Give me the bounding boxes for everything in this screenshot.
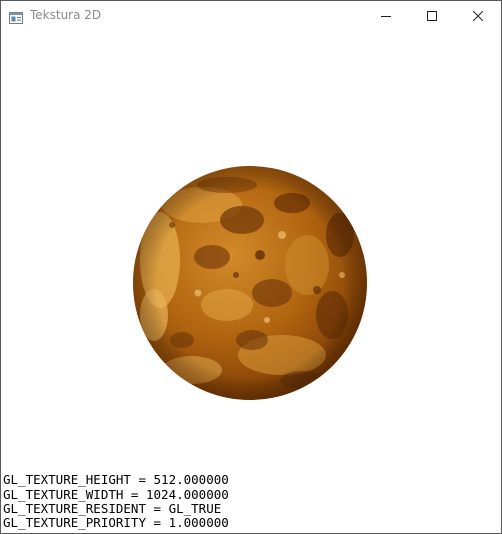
gl-texture-resident-text: GL_TEXTURE_RESIDENT = GL_TRUE (3, 501, 222, 516)
maximize-icon (427, 11, 437, 21)
close-icon (473, 11, 483, 21)
close-button[interactable] (455, 1, 501, 31)
minimize-icon (381, 11, 391, 21)
gl-texture-priority-text: GL_TEXTURE_PRIORITY = 1.000000 (3, 515, 229, 530)
window-title: Tekstura 2D (30, 8, 102, 22)
opengl-window-icon[interactable] (9, 9, 23, 24)
title-bar[interactable]: Tekstura 2D (1, 1, 501, 31)
gl-texture-width-text: GL_TEXTURE_WIDTH = 1024.000000 (3, 487, 229, 502)
maximize-button[interactable] (409, 1, 455, 31)
textured-sphere (133, 166, 367, 400)
app-window: Tekstura 2D GL_TEXTURE_HEIGHT = 512.0000… (0, 0, 502, 534)
gl-texture-height-text: GL_TEXTURE_HEIGHT = 512.000000 (3, 472, 229, 487)
opengl-viewport[interactable]: GL_TEXTURE_HEIGHT = 512.000000 GL_TEXTUR… (1, 31, 501, 533)
minimize-button[interactable] (363, 1, 409, 31)
